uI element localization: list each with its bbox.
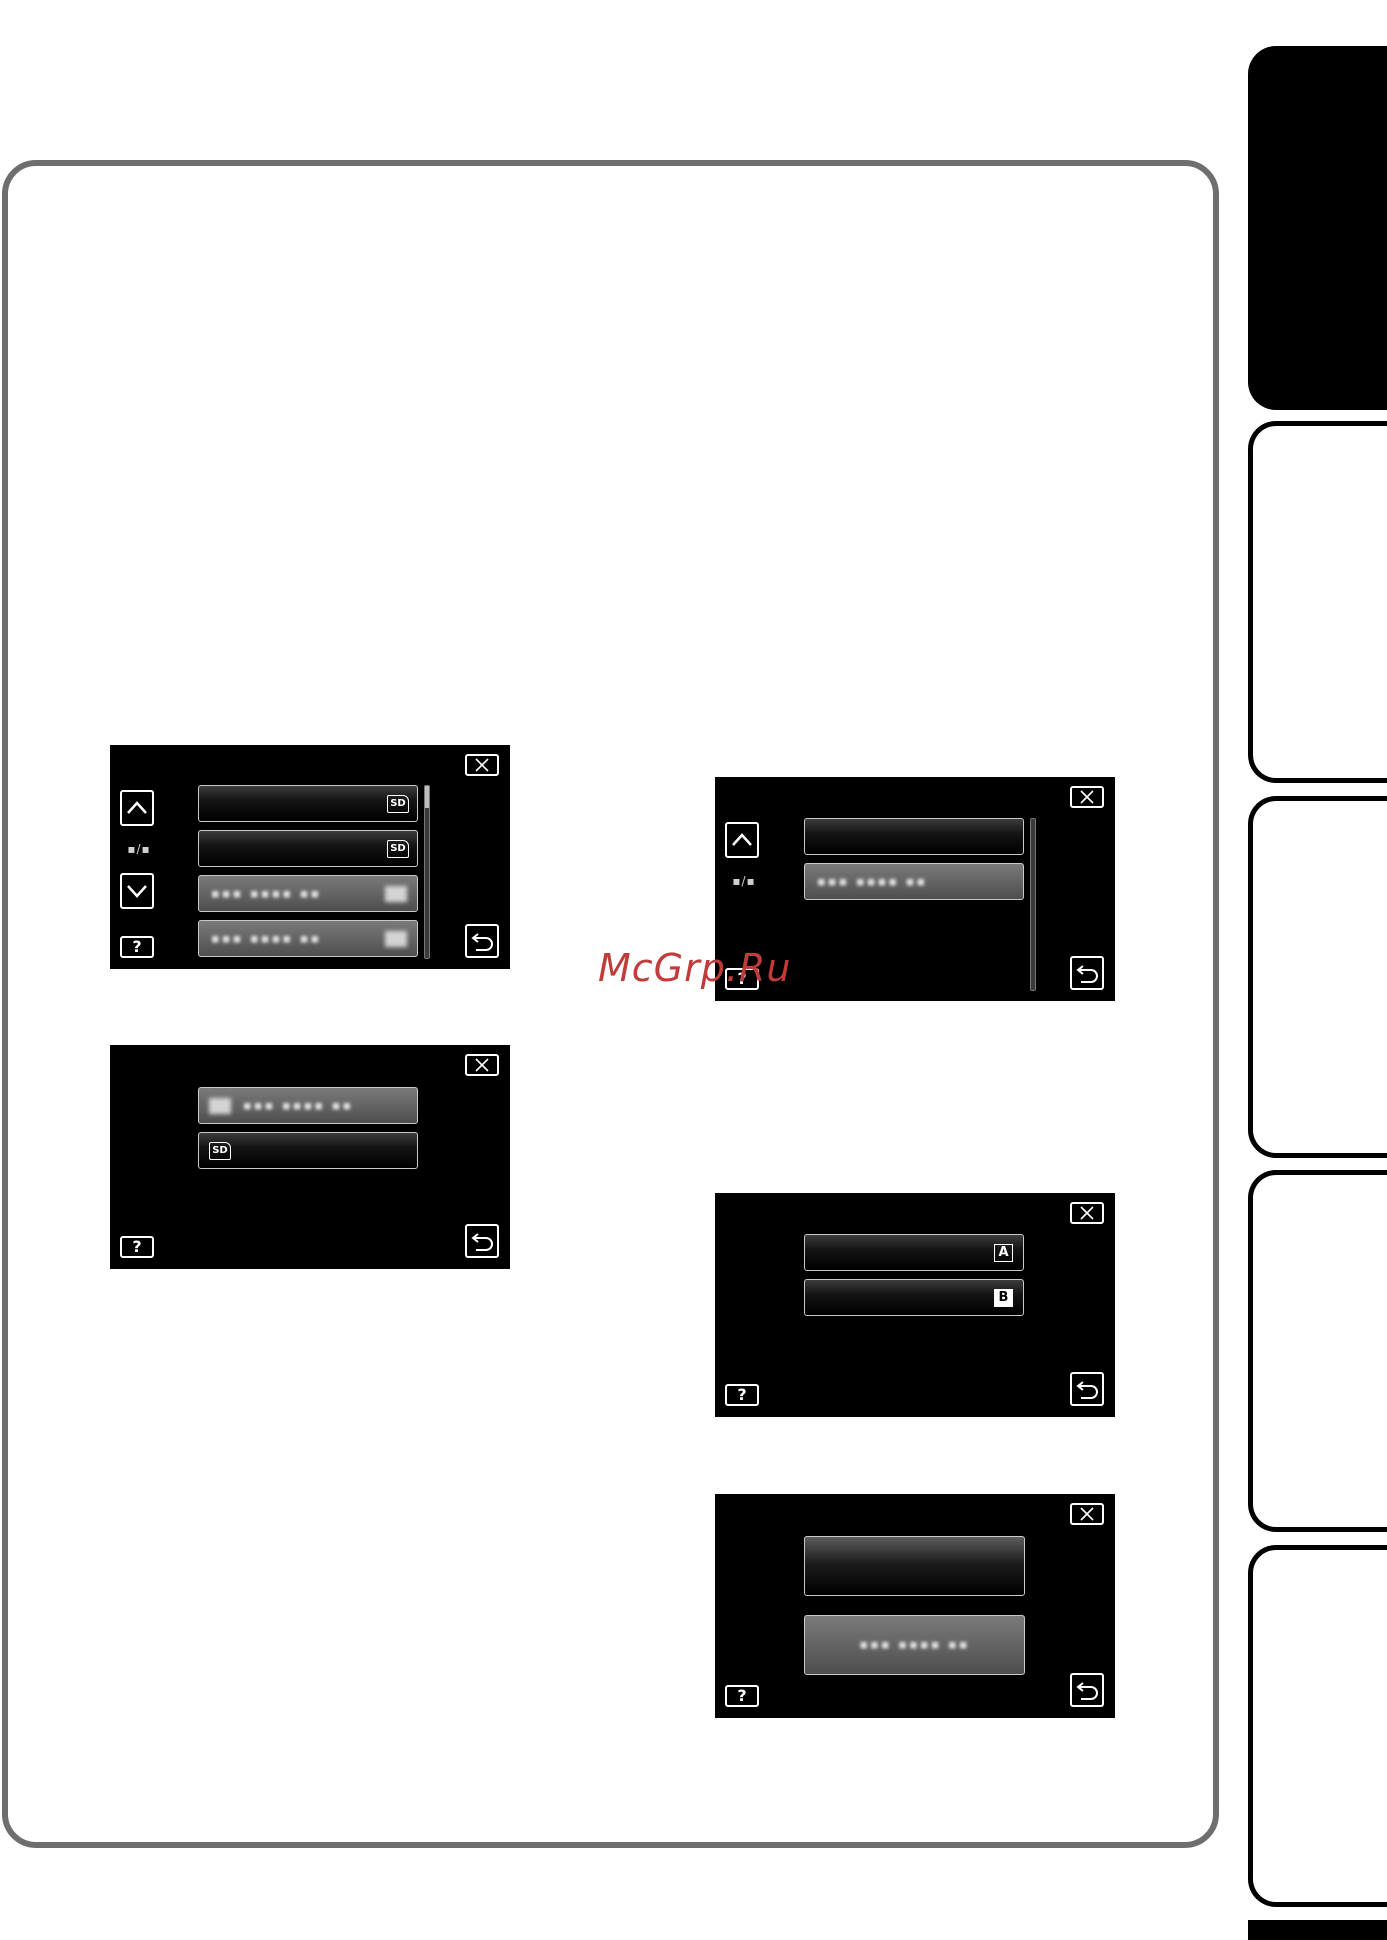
close-button[interactable] xyxy=(465,1054,499,1076)
help-icon: ? xyxy=(132,1237,142,1256)
close-icon xyxy=(1080,790,1094,804)
screen-media-select: ? ▪▪▪ ▪▪▪▪ ▪▪ SD xyxy=(110,1045,510,1269)
watermark: McGrp.Ru xyxy=(598,946,792,990)
back-arrow-icon xyxy=(1076,965,1098,983)
screen-media-list: ▪/▪ ? SD SD ▪▪▪ ▪▪▪▪ ▪▪ ▪▪▪ ▪▪▪▪ ▪▪ xyxy=(110,745,510,969)
back-button[interactable] xyxy=(465,1224,499,1258)
help-button[interactable]: ? xyxy=(725,1384,759,1406)
back-button[interactable] xyxy=(465,924,499,958)
menu-item-label: ▪▪▪ ▪▪▪▪ ▪▪ xyxy=(211,886,322,901)
scroll-up-button[interactable] xyxy=(120,790,154,826)
menu-item-label: ▪▪▪ ▪▪▪▪ ▪▪ xyxy=(243,1098,354,1113)
menu-item-a[interactable]: A xyxy=(804,1234,1024,1271)
screen-confirm: ? ▪▪▪ ▪▪▪▪ ▪▪ xyxy=(715,1494,1115,1718)
close-button[interactable] xyxy=(465,754,499,776)
help-button[interactable]: ? xyxy=(120,936,154,958)
back-arrow-icon xyxy=(471,1233,493,1251)
close-button[interactable] xyxy=(1070,1503,1104,1525)
help-icon: ? xyxy=(132,937,142,956)
side-tab-3[interactable] xyxy=(1248,796,1387,1158)
media-icon xyxy=(209,1097,231,1114)
side-tab-2[interactable] xyxy=(1248,421,1387,783)
close-icon xyxy=(475,1058,489,1072)
back-arrow-icon xyxy=(1076,1381,1098,1399)
close-icon xyxy=(1080,1507,1094,1521)
menu-item-disabled[interactable]: ▪▪▪ ▪▪▪▪ ▪▪ xyxy=(198,875,418,912)
menu-item-b[interactable]: B xyxy=(804,1279,1024,1316)
menu-item[interactable]: SD xyxy=(198,1132,418,1169)
help-icon: ? xyxy=(737,1385,747,1404)
scroll-down-button[interactable] xyxy=(120,873,154,909)
sd-card-icon: SD xyxy=(387,794,409,813)
close-icon xyxy=(1080,1206,1094,1220)
side-tab-5[interactable] xyxy=(1248,1545,1387,1907)
back-button[interactable] xyxy=(1070,1673,1104,1707)
back-button[interactable] xyxy=(1070,1372,1104,1406)
menu-item-disabled[interactable]: ▪▪▪ ▪▪▪▪ ▪▪ xyxy=(198,920,418,957)
sd-card-icon: SD xyxy=(209,1141,231,1160)
sd-card-icon: SD xyxy=(387,839,409,858)
confirm-button-1[interactable] xyxy=(804,1536,1025,1596)
page-indicator: ▪/▪ xyxy=(732,874,756,888)
menu-item-label: ▪▪▪ ▪▪▪▪ ▪▪ xyxy=(859,1637,970,1653)
menu-item[interactable] xyxy=(804,818,1024,855)
media-icon xyxy=(385,885,407,902)
scrollbar-thumb[interactable] xyxy=(1031,819,1035,990)
screen-ab-select: ? A B xyxy=(715,1193,1115,1417)
close-icon xyxy=(475,758,489,772)
help-icon: ? xyxy=(737,1686,747,1705)
chevron-down-icon xyxy=(127,885,147,898)
footer-block xyxy=(1248,1920,1387,1940)
page-indicator: ▪/▪ xyxy=(127,842,151,856)
menu-item-disabled[interactable]: ▪▪▪ ▪▪▪▪ ▪▪ xyxy=(804,863,1024,900)
close-button[interactable] xyxy=(1070,1202,1104,1224)
option-a-icon: A xyxy=(994,1243,1013,1262)
menu-item-label: ▪▪▪ ▪▪▪▪ ▪▪ xyxy=(211,931,322,946)
back-button[interactable] xyxy=(1070,956,1104,990)
menu-item-disabled[interactable]: ▪▪▪ ▪▪▪▪ ▪▪ xyxy=(198,1087,418,1124)
menu-item-label: ▪▪▪ ▪▪▪▪ ▪▪ xyxy=(817,874,928,889)
close-button[interactable] xyxy=(1070,786,1104,808)
chevron-up-icon xyxy=(732,833,752,846)
menu-item[interactable]: SD xyxy=(198,785,418,822)
help-button[interactable]: ? xyxy=(120,1236,154,1258)
back-arrow-icon xyxy=(471,933,493,951)
media-icon xyxy=(385,930,407,947)
scrollbar[interactable] xyxy=(1030,818,1036,991)
confirm-button-2[interactable]: ▪▪▪ ▪▪▪▪ ▪▪ xyxy=(804,1615,1025,1675)
side-tab-4[interactable] xyxy=(1248,1170,1387,1532)
help-button[interactable]: ? xyxy=(725,1685,759,1707)
option-b-icon: B xyxy=(994,1288,1013,1307)
chevron-up-icon xyxy=(127,801,147,814)
side-tab-1[interactable] xyxy=(1248,46,1387,410)
scrollbar[interactable] xyxy=(424,785,430,959)
menu-item[interactable]: SD xyxy=(198,830,418,867)
back-arrow-icon xyxy=(1076,1682,1098,1700)
scrollbar-thumb[interactable] xyxy=(425,786,429,808)
scroll-up-button[interactable] xyxy=(725,822,759,858)
